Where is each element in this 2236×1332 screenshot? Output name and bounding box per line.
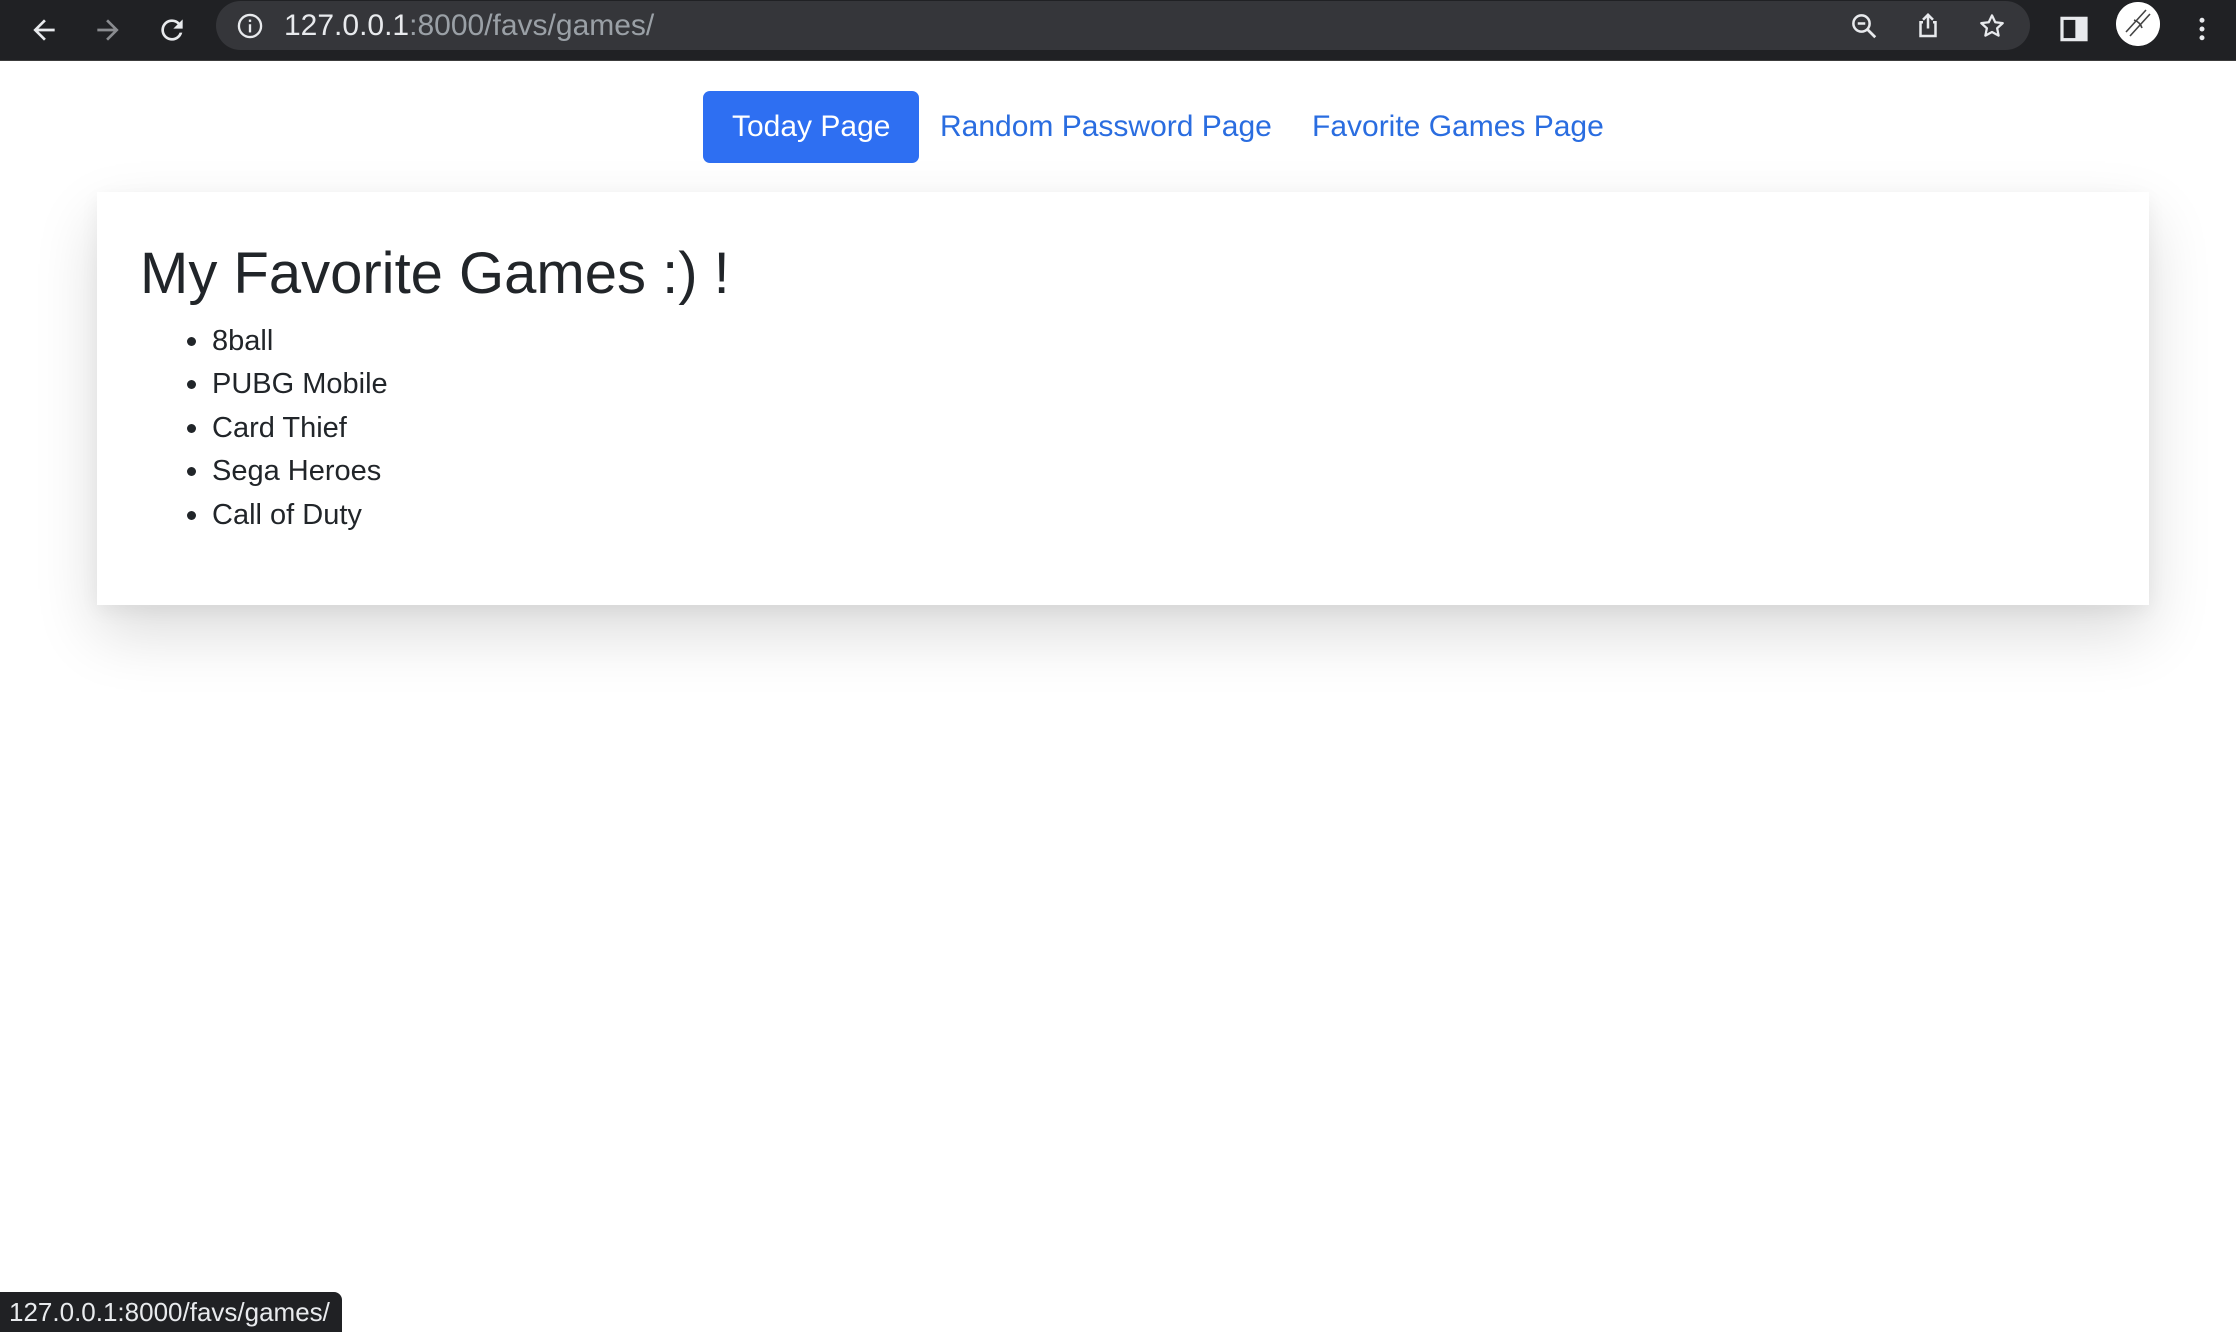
reload-button[interactable] — [149, 7, 195, 53]
kebab-menu-icon — [2199, 17, 2205, 41]
star-icon — [1980, 14, 2004, 37]
list-item: 8ball — [187, 320, 388, 363]
nav-link-favorite-games[interactable]: Favorite Games Page — [1312, 91, 1604, 163]
page-title: My Favorite Games :) ! — [140, 241, 730, 306]
status-bar-url: 127.0.0.1:8000/favs/games/ — [0, 1292, 342, 1332]
bullet-icon — [187, 510, 196, 520]
zoom-button[interactable] — [1846, 8, 1882, 44]
game-name: Call of Duty — [212, 498, 362, 531]
zoom-icon — [1852, 14, 1877, 39]
url-text[interactable]: 127.0.0.1:8000/favs/games/ — [284, 9, 654, 43]
game-name: Sega Heroes — [212, 455, 382, 488]
game-name: PUBG Mobile — [212, 368, 388, 401]
nav-link-random-password[interactable]: Random Password Page — [940, 91, 1272, 163]
bullet-icon — [187, 380, 196, 390]
share-button[interactable] — [1910, 8, 1946, 44]
games-list: 8ball PUBG Mobile Card Thief Sega Heroes… — [97, 320, 388, 537]
nav-link-today[interactable]: Today Page — [703, 91, 920, 163]
side-panel-button[interactable] — [2052, 7, 2096, 51]
game-name: 8ball — [212, 325, 274, 357]
bullet-icon — [187, 337, 196, 346]
avatar[interactable] — [2116, 2, 2160, 46]
bullet-icon — [187, 467, 196, 477]
browser-toolbar: 127.0.0.1:8000/favs/games/ — [0, 0, 2236, 61]
back-button[interactable] — [21, 7, 67, 53]
page-nav: Today Page Random Password Page Favorite… — [0, 91, 2236, 163]
bullet-icon — [187, 423, 196, 433]
share-icon — [1919, 12, 1937, 38]
back-arrow-icon — [33, 19, 55, 41]
forward-button[interactable] — [85, 7, 131, 53]
address-bar[interactable]: 127.0.0.1:8000/favs/games/ — [216, 1, 2030, 50]
list-item: Call of Duty — [187, 494, 388, 537]
forward-arrow-icon — [97, 19, 119, 41]
avatar-image — [2116, 2, 2160, 46]
info-icon[interactable] — [236, 12, 264, 40]
game-name: Card Thief — [212, 411, 347, 444]
bookmark-button[interactable] — [1974, 8, 2010, 44]
side-panel-icon — [2060, 16, 2088, 42]
list-item: PUBG Mobile — [187, 363, 388, 406]
url-path: :8000/favs/games/ — [409, 9, 655, 42]
reload-icon — [161, 19, 183, 41]
favorites-card: My Favorite Games :) ! 8ball PUBG Mobile… — [97, 192, 2149, 605]
url-host: 127.0.0.1 — [284, 9, 410, 42]
browser-menu-button[interactable] — [2180, 7, 2224, 51]
list-item: Sega Heroes — [187, 450, 388, 493]
list-item: Card Thief — [187, 407, 388, 450]
